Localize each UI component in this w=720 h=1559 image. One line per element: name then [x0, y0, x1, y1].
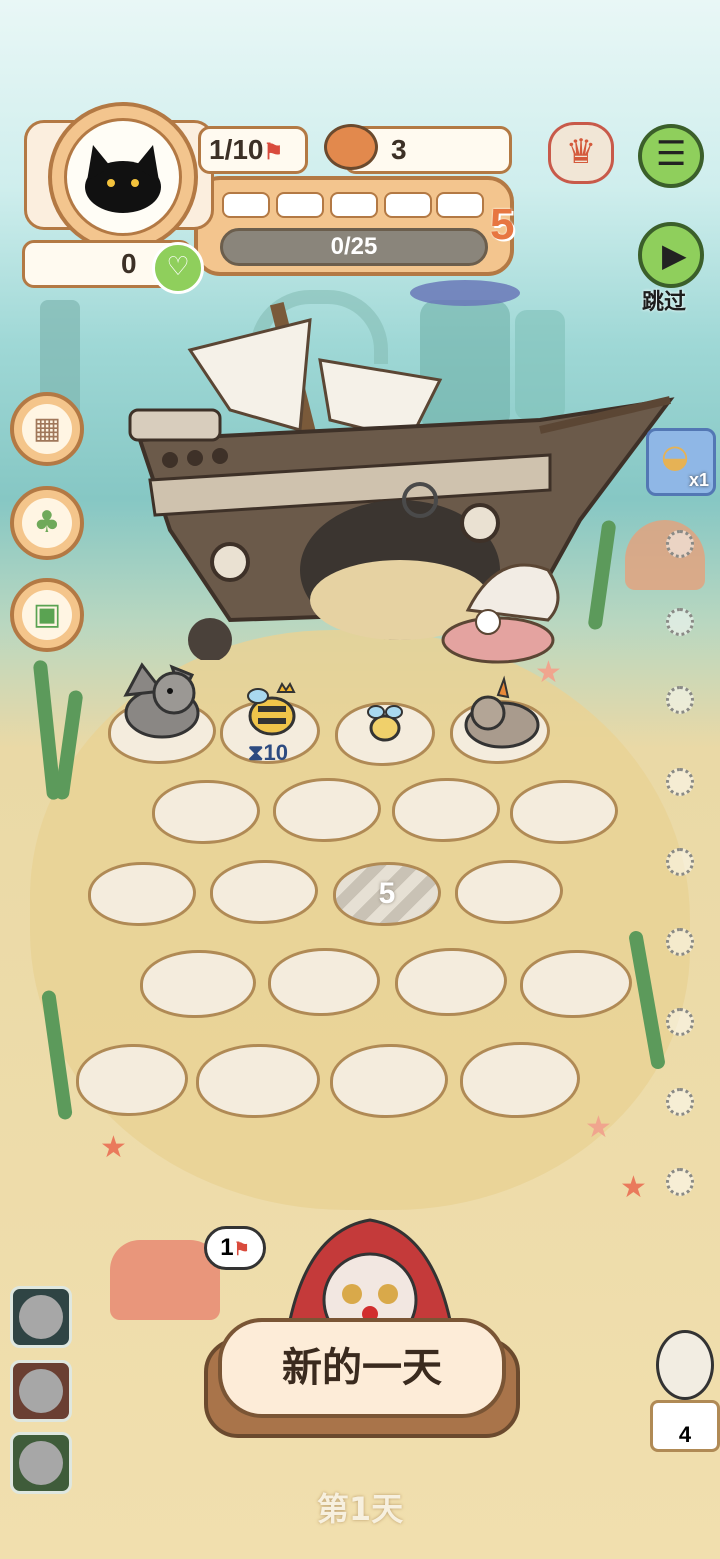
gameboy-button[interactable]: ▣	[10, 578, 84, 652]
player-hud: 1/10⚑ 3 0/25 5 0 ♡	[22, 102, 544, 294]
kiwi-card[interactable]: 4	[650, 1330, 720, 1452]
wolf-character[interactable]	[112, 655, 208, 745]
new-day-button[interactable]: 新的一天	[204, 1318, 520, 1438]
cat-avatar-icon	[85, 145, 161, 213]
starfish-2: ★	[620, 1170, 647, 1205]
progress-segment	[276, 192, 324, 218]
bee-king-character[interactable]	[240, 682, 304, 742]
skip-button[interactable]: ▶	[638, 222, 704, 288]
flag-icon: ⚑	[233, 1239, 250, 1259]
jester-character[interactable]	[250, 1210, 480, 1330]
progress-segment	[384, 192, 432, 218]
empty-slot[interactable]	[666, 1008, 694, 1036]
frog-icon	[19, 1441, 63, 1485]
flag-bubble: 1⚑	[204, 1226, 266, 1270]
jester-badge-icon[interactable]: ♛	[548, 122, 614, 184]
dog-icon	[19, 1369, 63, 1413]
flag-icon: ⚑	[263, 139, 284, 164]
sprout-button[interactable]: ♣	[10, 486, 84, 560]
empty-slot[interactable]	[666, 768, 694, 796]
menu-button[interactable]: ☰	[638, 124, 704, 188]
cat-icon	[19, 1295, 63, 1339]
bowl-item-card[interactable]: ◒ x1	[646, 428, 716, 496]
locked-tile-cost: 5	[378, 877, 396, 910]
bee-character[interactable]	[362, 700, 408, 748]
game-scene: ★ ★ ★ ★ 5 ⧗10 1/10⚑ 3 0/25 5 0 ♡ ♛ ☰ ▶ 跳…	[0, 0, 720, 1559]
pet-slot-1[interactable]	[10, 1286, 72, 1348]
empty-slot[interactable]	[666, 530, 694, 558]
empty-slot[interactable]	[666, 1168, 694, 1196]
bowl-item-icon: ◒	[661, 437, 689, 475]
progress-segment	[222, 192, 270, 218]
empty-slot[interactable]	[666, 608, 694, 636]
skip-label: 跳过	[642, 290, 687, 315]
day-counter: 第1天	[316, 1490, 404, 1528]
starfish-3: ★	[100, 1130, 127, 1165]
menu-icon: ☰	[656, 134, 687, 174]
progress-segment	[436, 192, 484, 218]
coin-bowl-icon	[324, 124, 378, 170]
rabbit-character[interactable]	[458, 675, 546, 751]
empty-slot[interactable]	[666, 686, 694, 714]
pet-count-pill: 1/10⚑	[198, 126, 308, 174]
box-icon: ▦	[22, 404, 72, 454]
gameboy-icon: ▣	[22, 590, 72, 640]
sprout-icon: ♣	[22, 498, 72, 548]
experience-bar: 0/25	[220, 228, 488, 266]
kiwi-count-box: 4	[650, 1400, 720, 1452]
progress-segment	[330, 192, 378, 218]
empty-slot[interactable]	[666, 1088, 694, 1116]
wait-timer: ⧗10	[248, 740, 288, 765]
bowl-item-count: x1	[688, 470, 709, 490]
hourglass-icon: ⧗	[248, 740, 264, 765]
coral-right	[625, 520, 705, 590]
heart-icon[interactable]: ♡	[152, 242, 204, 294]
new-day-label: 新的一天	[218, 1318, 506, 1418]
empty-slot[interactable]	[666, 928, 694, 956]
starfish-1: ★	[585, 1110, 612, 1145]
level-number: 5	[490, 200, 515, 249]
avatar[interactable]	[64, 118, 182, 236]
kiwi-bird-icon	[656, 1330, 714, 1400]
pearl-shell	[441, 563, 560, 664]
box-button[interactable]: ▦	[10, 392, 84, 466]
empty-slot[interactable]	[666, 848, 694, 876]
pet-slot-2[interactable]	[10, 1360, 72, 1422]
play-icon: ▶	[662, 236, 687, 274]
